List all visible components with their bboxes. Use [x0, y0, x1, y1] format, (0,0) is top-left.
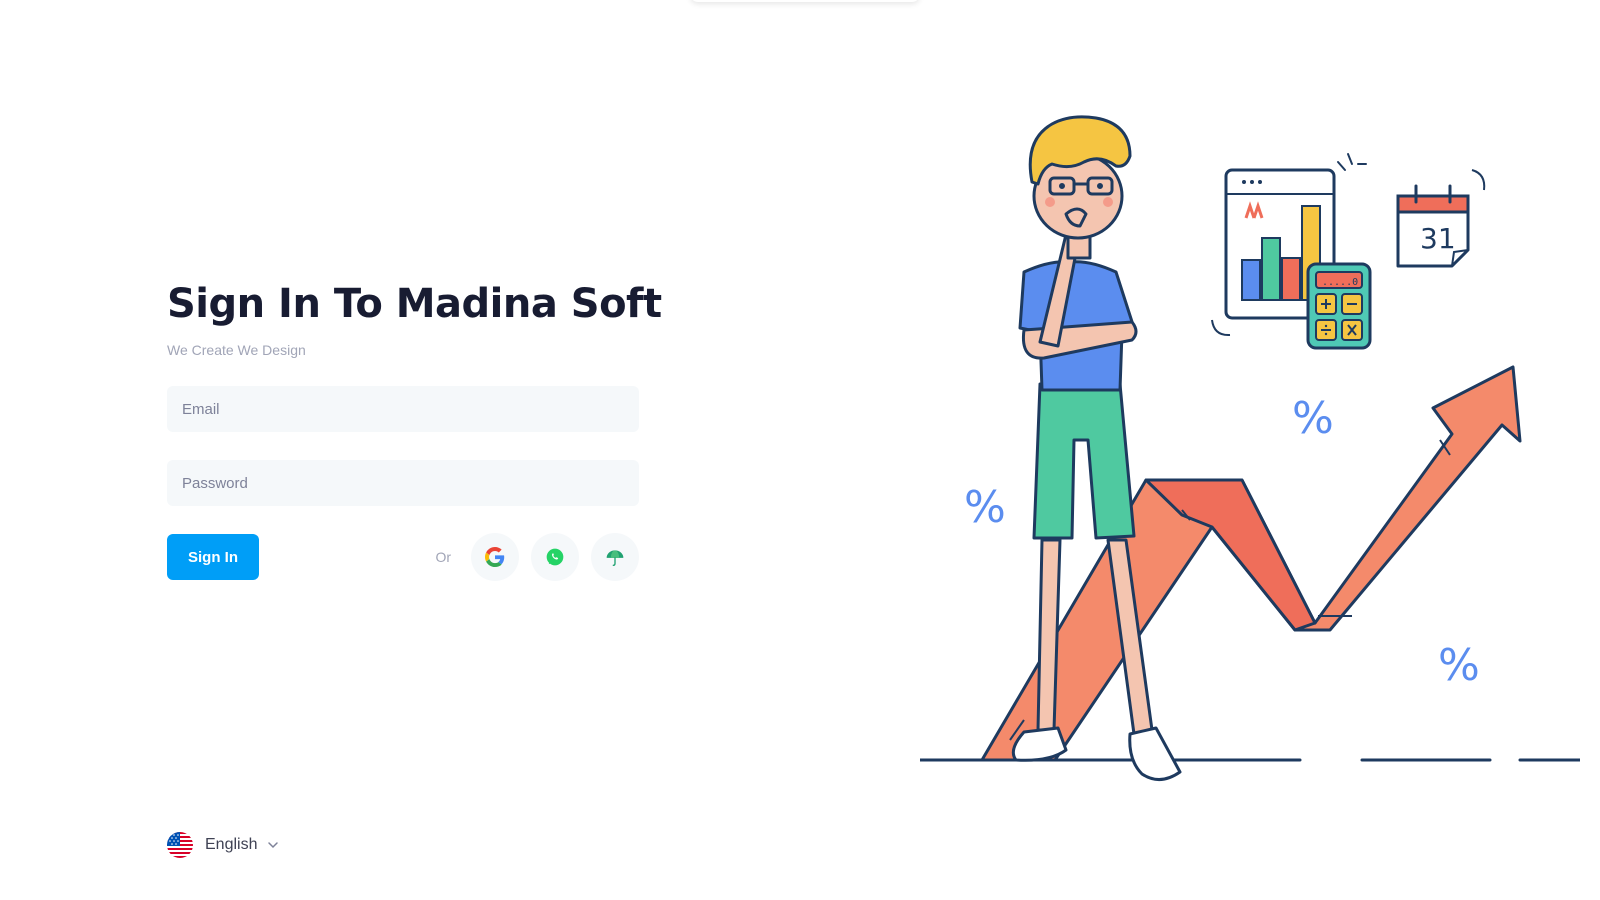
language-label: English: [205, 836, 258, 853]
top-tab: [690, 0, 920, 2]
us-flag-icon: [167, 832, 193, 858]
or-divider-text: Or: [435, 549, 451, 565]
calculator-display: .....0: [1322, 277, 1358, 288]
calendar-day: 31: [1420, 222, 1456, 255]
calculator-icon: .....0: [1306, 262, 1372, 350]
page-subtitle: We Create We Design: [167, 342, 306, 358]
page-title: Sign In To Madina Soft: [167, 281, 662, 327]
whatsapp-icon: [546, 548, 564, 566]
finance-illustration: % % % .....0 31: [920, 115, 1580, 781]
whatsapp-login-button[interactable]: [531, 533, 579, 581]
sign-in-button[interactable]: Sign In: [167, 534, 259, 580]
google-icon: [485, 547, 505, 567]
email-field[interactable]: [167, 386, 639, 432]
password-field[interactable]: [167, 460, 639, 506]
sign-in-form: Sign In To Madina Soft We Create We Desi…: [167, 280, 662, 581]
umbrella-icon: [606, 550, 624, 566]
social-login-group: Or: [435, 533, 639, 581]
form-actions: Sign In Or: [167, 533, 639, 581]
percent-icon: %: [964, 482, 1006, 533]
google-login-button[interactable]: [471, 533, 519, 581]
language-selector[interactable]: English: [167, 832, 279, 858]
calendar-icon: 31: [1396, 169, 1486, 268]
chevron-down-icon: [268, 842, 279, 849]
percent-icon: %: [1292, 393, 1334, 444]
percent-icon: %: [1438, 640, 1480, 691]
umbrella-login-button[interactable]: [591, 533, 639, 581]
